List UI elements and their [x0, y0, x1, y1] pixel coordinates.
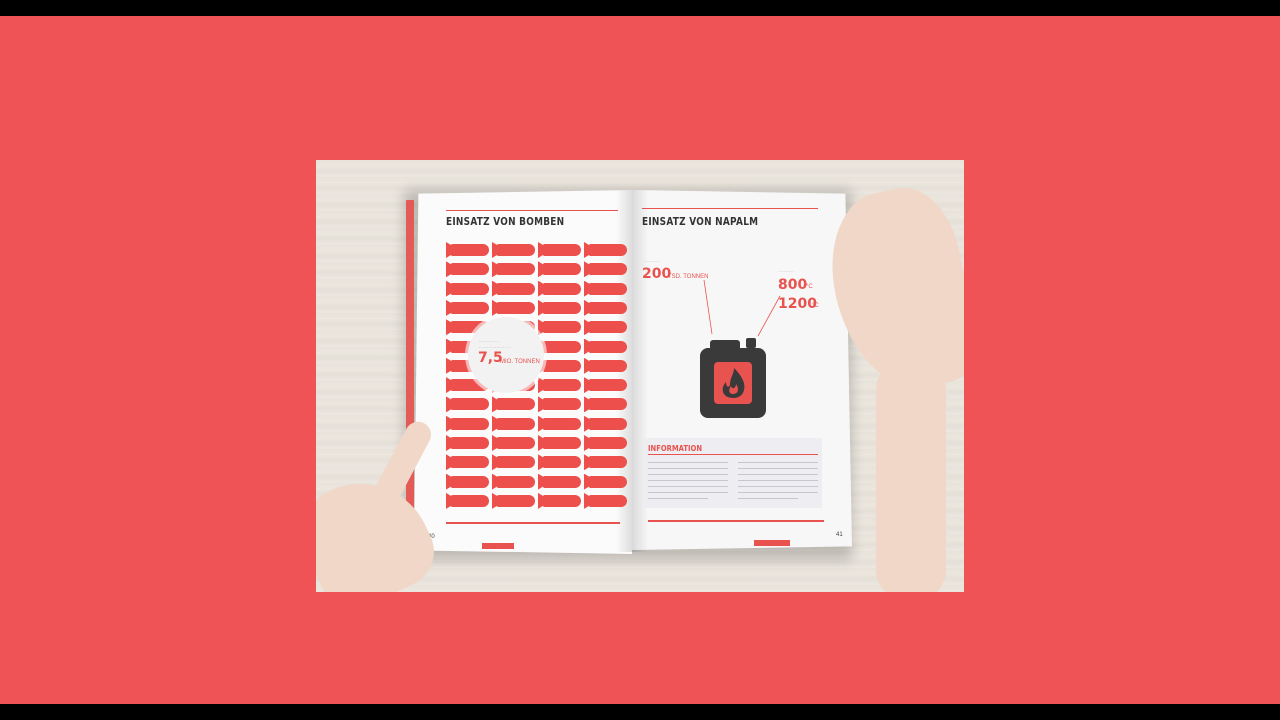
circle-caption-1: …………… — [479, 338, 499, 343]
bomb-icon — [589, 301, 627, 314]
bomb-icon — [497, 494, 535, 507]
bomb-icon — [543, 417, 581, 430]
temperature-unit-low: °C — [806, 284, 813, 290]
information-text-line — [648, 474, 728, 475]
information-text-line — [738, 462, 818, 463]
left-top-rule — [446, 210, 618, 211]
bomb-icon — [451, 475, 489, 488]
information-text-line — [738, 492, 818, 493]
bomb-icon — [589, 475, 627, 488]
circle-unit: MIO. TONNEN — [500, 359, 540, 365]
information-text-line — [738, 486, 818, 487]
bomb-icon — [589, 456, 627, 469]
bottom-letterbox — [0, 704, 1280, 720]
circle-caption-2: …………………… — [479, 344, 511, 349]
bomb-icon — [451, 437, 489, 449]
bomb-icon — [589, 437, 627, 449]
bomb-icon — [451, 301, 489, 314]
amount-caption: ………… — [644, 258, 660, 263]
left-page-heading: EINSATZ VON BOMBEN — [446, 216, 565, 228]
connector-lines — [703, 279, 781, 337]
bomb-icon — [543, 321, 581, 334]
left-page-tab — [482, 543, 514, 549]
right-wrist — [876, 360, 946, 592]
bomb-icon — [543, 456, 581, 469]
bomb-icon — [589, 321, 627, 334]
information-heading: INFORMATION — [648, 444, 703, 453]
bomb-icon — [543, 398, 581, 411]
bomb-icon — [543, 437, 581, 449]
book-photo: EINSATZ VON BOMBEN …………… …………………… 7,5 MI… — [316, 160, 964, 592]
temperature-low: 800 — [778, 277, 808, 293]
bomb-icon — [543, 282, 581, 295]
bomb-icon — [589, 244, 627, 256]
bomb-icon — [543, 340, 581, 353]
right-page-number: 41 — [836, 532, 843, 538]
bomb-icon — [543, 379, 581, 392]
bomb-icon — [589, 340, 627, 353]
bomb-icon — [451, 494, 489, 507]
bomb-icon — [589, 379, 627, 392]
information-text-line — [648, 468, 728, 469]
bomb-icon — [589, 417, 627, 430]
information-text-line — [738, 498, 798, 499]
bomb-icon — [451, 282, 489, 295]
information-text-line — [648, 486, 728, 487]
information-text-line — [648, 492, 728, 493]
bomb-icon — [589, 494, 627, 507]
right-page-heading: EINSATZ VON NAPALM — [642, 216, 759, 228]
bomb-icon — [497, 398, 535, 411]
bomb-icon — [589, 359, 627, 372]
information-text-line — [648, 498, 708, 499]
information-text-line — [738, 468, 818, 469]
fuel-canister-icon — [700, 338, 766, 418]
bomb-icon — [497, 417, 535, 430]
bomb-icon — [543, 475, 581, 488]
bomb-icon — [451, 263, 489, 276]
right-page-tab — [754, 540, 790, 546]
bomb-icon — [451, 398, 489, 411]
bomb-icon — [543, 263, 581, 276]
information-rule — [648, 454, 818, 455]
amount-value: 200 — [642, 266, 672, 282]
bomb-icon — [497, 282, 535, 295]
bomb-icon — [497, 437, 535, 449]
bomb-icon — [543, 301, 581, 314]
information-text-line — [648, 462, 728, 463]
bomb-icon — [543, 494, 581, 507]
right-bottom-rule — [648, 520, 824, 522]
bomb-icon — [451, 417, 489, 430]
temperature-caption: ………… — [778, 268, 794, 273]
book-edge — [406, 199, 414, 553]
information-text-line — [738, 474, 818, 475]
left-bottom-rule — [446, 522, 620, 524]
bomb-icon — [497, 301, 535, 314]
bomb-icon — [497, 456, 535, 469]
bomb-icon — [589, 263, 627, 276]
bomb-icon — [589, 398, 627, 411]
bomb-icon — [543, 359, 581, 372]
information-text-line — [738, 480, 818, 481]
bomb-icon — [497, 244, 535, 256]
bomb-icon — [589, 282, 627, 295]
bomb-icon — [497, 475, 535, 488]
temperature-unit-high: °C — [812, 303, 819, 309]
top-letterbox — [0, 0, 1280, 16]
right-top-rule — [642, 208, 818, 209]
bomb-icon — [451, 244, 489, 256]
bomb-icon — [497, 263, 535, 276]
information-text-line — [648, 480, 728, 481]
bomb-icon — [451, 456, 489, 469]
bomb-icon — [543, 244, 581, 256]
